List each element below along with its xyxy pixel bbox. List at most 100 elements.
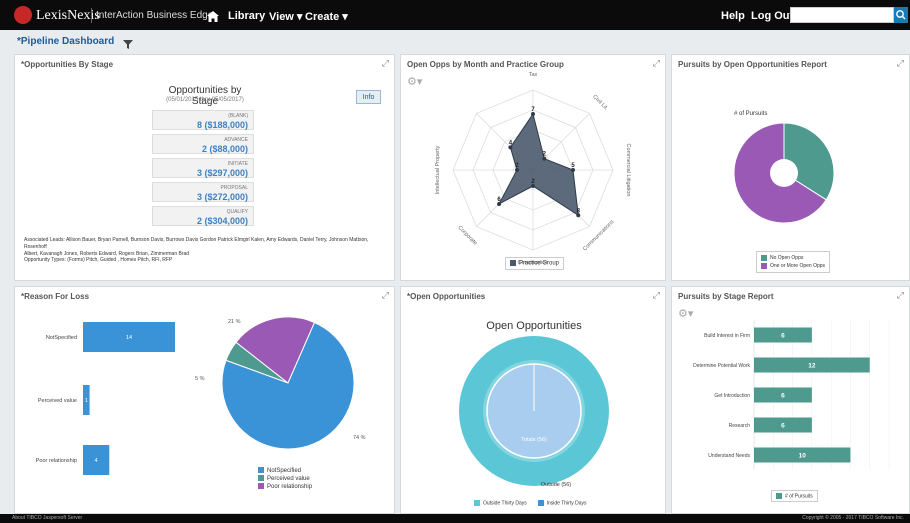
- inner-ring-label: Totals (56): [521, 437, 547, 443]
- top-navigation-bar: LexisNexis InterAction Business Edge Lib…: [0, 0, 910, 30]
- panel-title: *Opportunities By Stage: [21, 60, 114, 69]
- donut-hole: [770, 159, 798, 187]
- loss-pie-label: 21 %: [228, 319, 241, 325]
- stage-value: 3 ($297,000): [196, 168, 248, 178]
- legend-label: NotSpecified: [267, 468, 302, 474]
- open-opportunities-panel: *Open Opportunities ⤢ Open Opportunities…: [400, 286, 666, 514]
- stage-box-initiate[interactable]: INITIATE 3 ($297,000): [152, 158, 254, 178]
- loss-bar-category-label: NotSpecified: [46, 335, 77, 341]
- loss-bar-value: 4: [95, 458, 98, 464]
- radar-category-label: Intellectual Property: [435, 145, 441, 194]
- leads-line: Associated Leads: Allison Bauer, Bryan P…: [24, 237, 369, 250]
- page-title: *Pipeline Dashboard: [17, 36, 115, 47]
- stage-bar-category-label: Get Introduction: [714, 393, 750, 399]
- help-link[interactable]: Help: [721, 10, 745, 22]
- legend-swatch: [761, 254, 767, 261]
- stage-bar-category-label: Build Interest in Firm: [704, 333, 750, 339]
- open-opps-radar-panel: Open Opps by Month and Practice Group ⤢ …: [400, 54, 666, 281]
- legend-swatch: [258, 483, 264, 490]
- loss-bar-value: 14: [126, 335, 132, 341]
- outer-ring-label: Outside (56): [541, 482, 571, 488]
- footer-copyright: Copyright © 2005 - 2017 TIBCO Software I…: [802, 515, 904, 521]
- stage-bar-category-label: Understand Needs: [708, 453, 750, 459]
- stage-box-blank[interactable]: (BLANK) 8 ($188,000): [152, 110, 254, 130]
- legend-swatch: [474, 500, 480, 506]
- loss-legend: NotSpecified Perceived value Poor relati…: [258, 467, 312, 491]
- radar-category-label: Commercial Litigation: [625, 144, 631, 197]
- search-input[interactable]: [790, 7, 894, 23]
- legend-label: One or More Open Opps: [770, 263, 826, 269]
- home-icon[interactable]: [207, 9, 219, 27]
- radar-series-area: [497, 112, 579, 217]
- stage-box-advance[interactable]: ADVANCE 2 ($88,000): [152, 134, 254, 154]
- expand-icon[interactable]: ⤢: [382, 58, 389, 69]
- reason-for-loss-panel: *Reason For Loss ⤢ NotSpecified 14 Perceiv…: [14, 286, 395, 514]
- opportunities-by-stage-panel: *Opportunities By Stage ⤢ Opportunities …: [14, 54, 395, 281]
- lexisnexis-logo: [14, 6, 32, 24]
- legend-swatch: [510, 260, 516, 266]
- reason-for-loss-charts: NotSpecified 14 Perceived value 1 Poor relat…: [36, 316, 366, 475]
- search-button[interactable]: [894, 7, 908, 23]
- legend-swatch: [537, 500, 544, 506]
- radar-chart: TaxCivil Lit.Commercial LitigationCommun…: [435, 72, 631, 266]
- pursuits-legend: No Open Opps One or More Open Opps: [756, 251, 831, 273]
- legend-label: # of Pursuits: [785, 493, 813, 500]
- stage-name: QUALIFY: [226, 209, 248, 215]
- radar-category-label: Civil Lit.: [591, 94, 609, 112]
- stage-date-range: (05/01/2015 thru 05/05/2017): [166, 97, 244, 103]
- stage-box-proposal[interactable]: PROPOSAL 3 ($272,000): [152, 182, 254, 202]
- stage-bar-value: 6: [781, 393, 785, 400]
- legend-label: Perceived value: [267, 476, 310, 482]
- stage-chart-title: Opportunities by Stage: [168, 85, 242, 107]
- stage-bar-category-label: Research: [729, 423, 751, 429]
- stage-value: 3 ($272,000): [196, 192, 248, 202]
- radar-data-label: 7: [531, 107, 535, 113]
- loss-bar-value: 1: [85, 398, 88, 404]
- stage-bar-value: 12: [808, 363, 816, 370]
- stage-box-qualify[interactable]: QUALIFY 2 ($304,000): [152, 206, 254, 226]
- legend-swatch: [761, 262, 767, 269]
- search-icon: [896, 10, 906, 20]
- stage-name: (BLANK): [228, 113, 248, 119]
- stage-name: INITIATE: [227, 161, 248, 167]
- stage-bar-value: 10: [799, 453, 807, 460]
- loss-bar-category-label: Perceived value: [38, 398, 77, 404]
- stage-bar-value: 6: [781, 423, 785, 430]
- stage-bar-value: 6: [781, 333, 785, 340]
- legend-label: Poor relationship: [267, 484, 313, 490]
- pursuits-open-opps-panel: Pursuits by Open Opportunities Report ⤢ …: [671, 54, 910, 281]
- legend-swatch: [258, 475, 264, 482]
- stage-bar-category-label: Determine Potential Work: [693, 363, 750, 369]
- open-opps-donut-chart: Totals (56) Outside (56): [459, 336, 609, 488]
- filter-icon[interactable]: [123, 36, 133, 54]
- pursuits-by-stage-panel: Pursuits by Stage Report ⤢ ⚙▾ Build Inte…: [671, 286, 910, 514]
- radar-data-label: 8: [577, 208, 581, 214]
- stage-name: PROPOSAL: [220, 185, 248, 191]
- info-button[interactable]: Info: [356, 90, 381, 104]
- stage-value: 2 ($304,000): [196, 216, 248, 226]
- associated-leads-text: Associated Leads: Allison Bauer, Bryan P…: [24, 237, 384, 258]
- footer-about[interactable]: About TIBCO Jaspersoft Server: [12, 515, 82, 521]
- nav-view-menu[interactable]: View ▾: [269, 10, 302, 23]
- legend-label: Outside Thirty Days: [483, 500, 527, 507]
- legend-swatch: [258, 467, 264, 474]
- pursuits-donut-chart: [733, 122, 835, 224]
- radar-data-label: 5: [571, 163, 575, 169]
- nav-library[interactable]: Library: [228, 10, 265, 22]
- nav-create-menu[interactable]: Create ▾: [305, 10, 348, 23]
- radar-category-label: Tax: [529, 72, 538, 78]
- app-name: InterAction Business Edge: [96, 10, 214, 21]
- legend-label: No Open Opps: [770, 255, 804, 261]
- loss-pie-label: 5 %: [195, 376, 205, 382]
- dashboard-title-bar: [0, 30, 910, 52]
- open-opps-legend: Outside Thirty Days Inside Thirty Days: [474, 500, 587, 506]
- opportunity-types-text: Opportunity Types: (Forms) Pitch, Guided…: [24, 257, 173, 263]
- logout-link[interactable]: Log Out: [751, 10, 793, 22]
- stage-bar-legend: # of Pursuits: [771, 490, 818, 503]
- legend-label: Inside Thirty Days: [546, 500, 587, 507]
- loss-bar-category-label: Poor relationship: [36, 458, 77, 464]
- legend-swatch: [776, 493, 782, 499]
- logo-divider: [91, 8, 92, 23]
- radar-legend: Practice Group: [505, 257, 565, 270]
- pursuits-by-stage-bar-chart: Build Interest in Firm 6 Determine Potenti…: [693, 320, 890, 470]
